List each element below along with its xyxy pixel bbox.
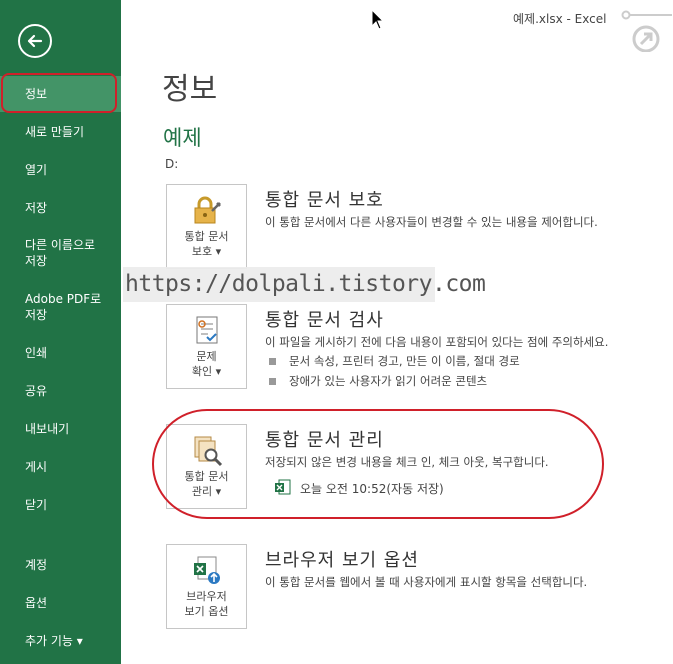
browser-view-options-description: 이 통합 문서를 웹에서 볼 때 사용자에게 표시할 항목을 선택합니다. [265, 575, 588, 589]
nav-share[interactable]: 공유 [0, 383, 121, 399]
inspect-workbook-description: 이 파일을 게시하기 전에 다음 내용이 포함되어 있다는 점에 주의하세요. [265, 335, 609, 349]
watermark: https://dolpali.tistory.com [123, 267, 486, 302]
browser-view-options-title: 브라우저 보기 옵션 [265, 550, 419, 571]
nav-print[interactable]: 인쇄 [0, 345, 121, 361]
inspect-bullet-1-text: 문서 속성, 프린터 경고, 만든 이 이름, 절대 경로 [289, 354, 520, 368]
nav-account[interactable]: 계정 [0, 557, 121, 573]
protect-workbook-label-2: 보호 ▾ [191, 245, 222, 258]
nav-new[interactable]: 새로 만들기 [0, 124, 121, 140]
nav-save-as[interactable]: 다른 이름으로 저장 [0, 237, 110, 269]
mouse-cursor-icon [371, 9, 385, 30]
inspect-bullet-2-text: 장애가 있는 사용자가 읽기 어려운 콘텐츠 [289, 374, 488, 388]
nav-add-ins[interactable]: 추가 기능 ▾ [0, 633, 121, 649]
lock-icon [194, 196, 221, 224]
back-arrow-icon [27, 34, 43, 48]
page-title: 정보 [162, 72, 218, 107]
browser-view-options-label-2: 보기 옵션 [184, 605, 229, 618]
nav-open[interactable]: 열기 [0, 162, 121, 178]
nav-save[interactable]: 저장 [0, 200, 121, 216]
nav-options[interactable]: 옵션 [0, 595, 121, 611]
nav-publish[interactable]: 게시 [0, 459, 121, 475]
decorative-circuit-icon [621, 10, 672, 52]
inspect-workbook-title: 통합 문서 검사 [265, 310, 384, 331]
check-for-issues-button[interactable]: 문제 확인 ▾ [166, 304, 247, 389]
browser-view-options-button[interactable]: 브라우저 보기 옵션 [166, 544, 247, 629]
document-path: D: [165, 157, 179, 171]
nav-close[interactable]: 닫기 [0, 497, 121, 513]
inspect-document-icon [196, 316, 218, 344]
check-for-issues-label-2: 확인 ▾ [191, 365, 222, 378]
nav-save-as-adobe-pdf[interactable]: Adobe PDF로 저장 [0, 291, 110, 323]
highlight-ring-nav-info [1, 73, 117, 113]
document-name: 예제 [163, 126, 202, 150]
browser-view-icon [194, 556, 220, 584]
protect-workbook-title: 통합 문서 보호 [265, 190, 384, 211]
protect-workbook-description: 이 통합 문서에서 다른 사용자들이 변경할 수 있는 내용을 제어합니다. [265, 215, 598, 229]
check-for-issues-label-1: 문제 [196, 350, 217, 363]
protect-workbook-button[interactable]: 통합 문서 보호 ▾ [166, 184, 247, 269]
nav-export[interactable]: 내보내기 [0, 421, 121, 437]
browser-view-options-label-1: 브라우저 [186, 590, 227, 603]
highlight-ring-manage-workbook [152, 409, 604, 519]
back-button[interactable] [18, 24, 52, 58]
window-title: 예제.xlsx - Excel [513, 12, 607, 26]
protect-workbook-label-1: 통합 문서 [184, 230, 229, 243]
